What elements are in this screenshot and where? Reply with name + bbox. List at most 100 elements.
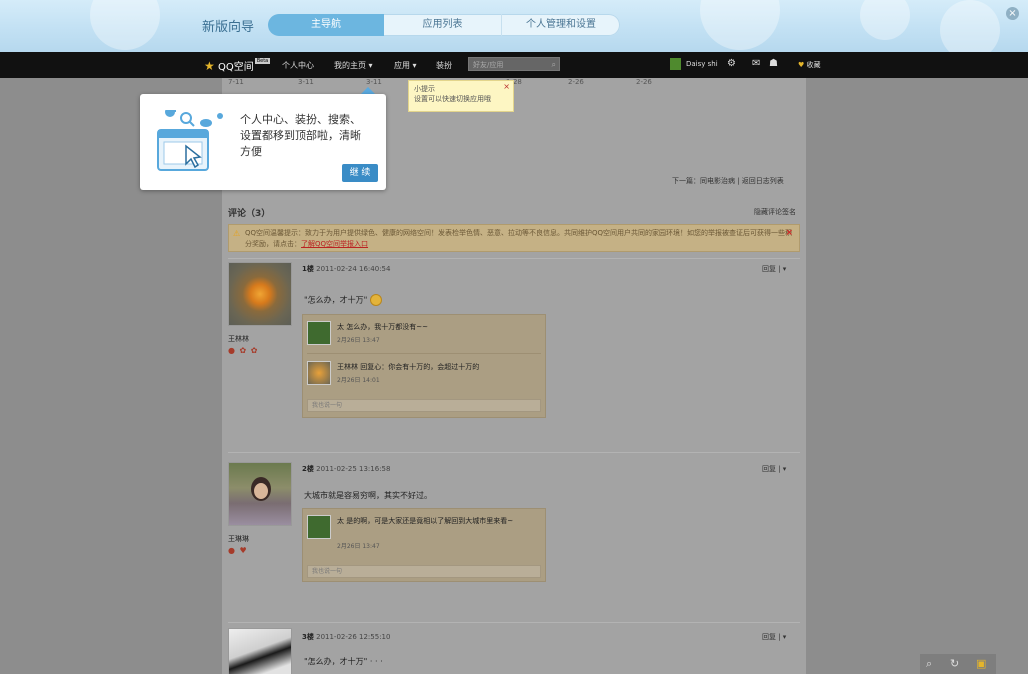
reply-button[interactable]: 回复 | ▾ bbox=[762, 464, 786, 474]
emoji-icon bbox=[369, 294, 382, 306]
reply-item: 太 是的啊，可是大家还是竟相以了解回到大城市里来看~ 2月26日 13:47 bbox=[307, 515, 541, 555]
top-navbar: ★ QQ空间Beta 个人中心 我的主页 ▾ 应用 ▾ 装扮 好友/应用 ⌕ D… bbox=[0, 52, 1028, 78]
comments-title: 评论（3） bbox=[228, 209, 271, 219]
decor-bubble bbox=[860, 0, 910, 40]
gear-icon[interactable]: ⚙ bbox=[727, 58, 736, 69]
divider bbox=[228, 258, 800, 259]
next-post-link[interactable]: 下一篇：同电影治病 | 返回日志列表 bbox=[672, 176, 784, 186]
divider bbox=[307, 353, 541, 354]
reply-button[interactable]: 回复 | ▾ bbox=[762, 264, 786, 274]
small-tip: 小提示 设置可以快速切换应用哦 × bbox=[408, 80, 514, 112]
divider bbox=[228, 622, 800, 623]
floor-number: 1楼 bbox=[302, 265, 314, 273]
user-badges: ● ✿ ✿ bbox=[228, 346, 259, 355]
divider bbox=[228, 452, 800, 453]
reply-button[interactable]: 回复 | ▾ bbox=[762, 632, 786, 642]
user-name[interactable]: 王林林 bbox=[228, 334, 249, 344]
nav-my-homepage[interactable]: 我的主页 ▾ bbox=[334, 60, 373, 71]
nav-decorate[interactable]: 装扮 bbox=[436, 60, 452, 71]
reply-item: 太 怎么办，我十万都没有~~ 2月26日 13:47 bbox=[307, 321, 541, 355]
chevron-down-icon: ▾ bbox=[368, 61, 373, 70]
collect-label: 收藏 bbox=[806, 61, 821, 69]
reply-text: 太 怎么办，我十万都没有~~ bbox=[337, 323, 428, 331]
small-tip-title: 小提示 bbox=[414, 85, 435, 93]
decor-bubble bbox=[90, 0, 160, 50]
user-badges: ● ♥ bbox=[228, 546, 248, 555]
continue-button[interactable]: 继 续 bbox=[342, 164, 378, 182]
window-cursor-icon bbox=[157, 110, 223, 171]
prev-date: 3-11 bbox=[366, 78, 382, 86]
reply-box: 太 是的啊，可是大家还是竟相以了解回到大城市里来看~ 2月26日 13:47 我… bbox=[302, 508, 546, 582]
logo-text: QQ空间 bbox=[217, 62, 254, 73]
notice-link[interactable]: 了解QQ空间举报入口 bbox=[301, 240, 368, 248]
floor-number: 3楼 bbox=[302, 633, 314, 641]
search-placeholder: 好友/应用 bbox=[473, 61, 504, 69]
guide-tooltip-text: 个人中心、装扮、搜索、设置都移到顶部啦，清晰方便 bbox=[240, 113, 361, 158]
logo-badge: Beta bbox=[254, 58, 271, 64]
comment-time: 2011-02-26 12:55:10 bbox=[316, 633, 391, 641]
nav-apps[interactable]: 应用 ▾ bbox=[394, 60, 417, 71]
decor-bubble bbox=[700, 0, 780, 50]
avatar[interactable] bbox=[228, 462, 292, 526]
floor-label: 3楼 2011-02-26 12:55:10 bbox=[302, 632, 390, 642]
comment-text-content: "怎么办，才十万" bbox=[304, 295, 368, 305]
close-icon[interactable]: × bbox=[785, 228, 793, 239]
avatar[interactable] bbox=[307, 361, 331, 385]
nav-personal-center[interactable]: 个人中心 bbox=[282, 60, 314, 71]
reply-box: 太 怎么办，我十万都没有~~ 2月26日 13:47 王林林 回复心：你会有十万… bbox=[302, 314, 546, 418]
avatar[interactable] bbox=[670, 58, 681, 70]
avatar[interactable] bbox=[307, 515, 331, 539]
floating-toolbar: ⌕ ↻ ▣ bbox=[920, 654, 996, 674]
folder-icon[interactable]: ▣ bbox=[976, 657, 986, 670]
prev-date: 3-11 bbox=[298, 78, 314, 86]
nav-my-homepage-label: 我的主页 bbox=[334, 61, 366, 70]
user-name[interactable]: Daisy shi bbox=[686, 60, 718, 68]
comment-time: 2011-02-24 16:40:54 bbox=[316, 265, 391, 273]
avatar[interactable] bbox=[228, 262, 292, 326]
notification-icon[interactable]: ☗ bbox=[769, 58, 778, 69]
heart-icon: ♥ bbox=[798, 61, 805, 69]
reply-time: 2月26日 13:47 bbox=[337, 337, 380, 344]
avatar[interactable] bbox=[228, 628, 292, 674]
comment-time: 2011-02-25 13:16:58 bbox=[316, 465, 391, 473]
hide-signature-link[interactable]: 隐藏评论签名 bbox=[754, 207, 796, 217]
reply-text: 太 是的啊，可是大家还是竟相以了解回到大城市里来看~ bbox=[337, 517, 514, 525]
close-icon[interactable]: × bbox=[503, 82, 510, 92]
floor-label: 2楼 2011-02-25 13:16:58 bbox=[302, 464, 390, 474]
refresh-icon[interactable]: ↻ bbox=[950, 657, 959, 670]
zoom-icon[interactable]: ⌕ bbox=[926, 657, 932, 671]
collect-button[interactable]: ♥ 收藏 bbox=[798, 60, 821, 70]
chevron-down-icon: ▾ bbox=[412, 61, 417, 70]
search-icon[interactable]: ⌕ bbox=[552, 58, 556, 72]
decor-bubble bbox=[940, 0, 1000, 52]
comment-text: "怎么办，才十万" bbox=[304, 294, 382, 306]
comment-text: "怎么办，才十万" · · · bbox=[304, 657, 383, 666]
guide-banner: 新版向导 主导航 应用列表 个人管理和设置 × bbox=[0, 0, 1028, 52]
prev-date: 2-26 bbox=[636, 78, 652, 86]
qzone-logo[interactable]: ★ QQ空间Beta bbox=[204, 58, 271, 73]
star-icon: ★ bbox=[204, 59, 215, 73]
guide-title: 新版向导 bbox=[202, 20, 255, 35]
tab-app-list[interactable]: 应用列表 bbox=[384, 14, 502, 36]
tab-personal-settings[interactable]: 个人管理和设置 bbox=[502, 14, 620, 36]
comment-text: 大城市就是容易穷啊，其实不好过。 bbox=[304, 491, 432, 500]
guide-tooltip: 个人中心、装扮、搜索、设置都移到顶部啦，清晰方便 继 续 bbox=[140, 94, 386, 190]
search-input[interactable]: 好友/应用 ⌕ bbox=[468, 57, 560, 71]
reply-time: 2月26日 14:01 bbox=[337, 377, 380, 384]
reply-text: 王林林 回复心：你会有十万的，会超过十万的 bbox=[337, 363, 480, 371]
close-icon[interactable]: × bbox=[1006, 7, 1019, 20]
prev-date: 7-11 bbox=[228, 78, 244, 86]
prev-date: 2-26 bbox=[568, 78, 584, 86]
reply-input[interactable]: 我也说一句 bbox=[307, 399, 541, 412]
reply-input[interactable]: 我也说一句 bbox=[307, 565, 541, 578]
avatar[interactable] bbox=[307, 321, 331, 345]
message-icon[interactable]: ✉ bbox=[752, 58, 760, 69]
notice-banner: ⚠ QQ空间温馨提示：致力于为用户提供绿色、健康的网络空间！发表检举色情、恶意、… bbox=[228, 224, 800, 252]
floor-number: 2楼 bbox=[302, 465, 314, 473]
avatar-figure bbox=[254, 483, 268, 499]
guide-tabs: 主导航 应用列表 个人管理和设置 bbox=[268, 14, 620, 36]
tab-main-nav[interactable]: 主导航 bbox=[268, 14, 384, 36]
warning-icon: ⚠ bbox=[233, 229, 241, 238]
reply-time: 2月26日 13:47 bbox=[337, 543, 380, 550]
user-name[interactable]: 王琳琳 bbox=[228, 534, 249, 544]
